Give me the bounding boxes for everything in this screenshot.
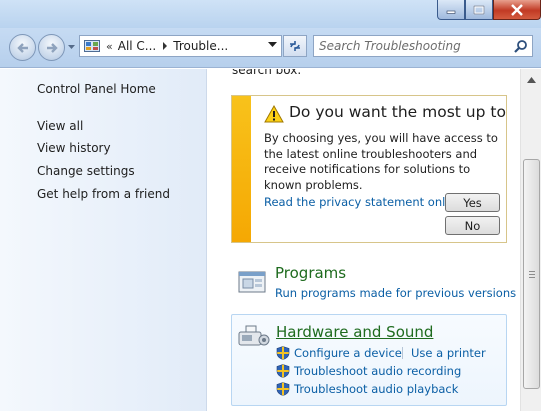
breadcrumb-separator-icon[interactable] [162, 42, 168, 50]
grip-line [529, 274, 535, 275]
close-button[interactable] [493, 0, 541, 20]
breadcrumb-overflow[interactable]: « [106, 40, 113, 53]
main-content: search box. Do you want the most up to d… [208, 69, 520, 411]
recent-pages-dropdown[interactable] [67, 43, 76, 52]
vertical-scrollbar[interactable] [520, 69, 541, 411]
hardware-and-sound-title[interactable]: Hardware and Sound [276, 323, 433, 341]
forward-button[interactable] [38, 34, 65, 61]
left-navigation-pane: Control Panel Home View all View history… [0, 69, 207, 411]
window-controls [437, 0, 541, 20]
configure-device-link[interactable]: Configure a device [294, 346, 402, 360]
title-bar [0, 0, 541, 28]
scrollbar-thumb[interactable] [523, 159, 540, 389]
close-icon [511, 3, 523, 16]
link-divider [402, 347, 403, 359]
search-placeholder[interactable]: Search Troubleshooting [319, 39, 461, 53]
address-bar[interactable]: « All C... Trouble... [79, 35, 282, 57]
navigation-bar: « All C... Trouble... Search Troubleshoo… [0, 28, 541, 68]
notice-accent-bar [232, 96, 251, 242]
change-settings-link[interactable]: Change settings [37, 164, 135, 178]
hardware-sound-icon [238, 325, 270, 346]
run-older-programs-link[interactable]: Run programs made for previous versions … [275, 286, 520, 300]
partial-text: search box. [232, 69, 302, 77]
uac-shield-icon [276, 364, 290, 378]
forward-arrow-icon [46, 42, 58, 53]
get-help-from-friend-link[interactable]: Get help from a friend [37, 187, 170, 201]
chevron-down-icon [68, 45, 75, 49]
notice-body: By choosing yes, you will have access to… [264, 131, 498, 192]
troubleshoot-audio-recording-link[interactable]: Troubleshoot audio recording [294, 364, 461, 378]
view-history-link[interactable]: View history [37, 141, 111, 155]
minimize-button[interactable] [437, 0, 465, 20]
uac-shield-icon [276, 346, 290, 360]
maximize-icon [473, 5, 485, 14]
troubleshoot-audio-playback-link[interactable]: Troubleshoot audio playback [294, 382, 458, 396]
grip-line [529, 271, 535, 272]
chevron-down-icon[interactable] [268, 42, 277, 48]
search-icon[interactable] [514, 39, 528, 53]
yes-button[interactable]: Yes [445, 193, 500, 212]
warning-icon [264, 105, 284, 123]
view-all-link[interactable]: View all [37, 119, 83, 133]
maximize-button[interactable] [465, 0, 493, 20]
control-panel-icon [84, 39, 100, 52]
category-programs: Programs Run programs made for previous … [231, 259, 520, 307]
programs-icon [238, 271, 266, 293]
no-button[interactable]: No [445, 216, 500, 235]
privacy-statement-link[interactable]: Read the privacy statement online [264, 195, 463, 209]
scroll-up-button[interactable] [523, 71, 540, 88]
search-box[interactable]: Search Troubleshooting [313, 35, 533, 57]
minimize-icon [446, 10, 456, 14]
uac-shield-icon [276, 382, 290, 396]
online-troubleshooting-notice: Do you want the most up to d... By choos… [231, 95, 507, 243]
control-panel-home-link[interactable]: Control Panel Home [37, 82, 156, 96]
chevron-up-icon [527, 76, 536, 83]
category-hardware-and-sound: Hardware and Sound Configure a device Us… [231, 314, 507, 406]
back-button[interactable] [9, 34, 36, 61]
refresh-icon [290, 41, 300, 51]
use-printer-link[interactable]: Use a printer [411, 346, 486, 360]
grip-line [529, 277, 535, 278]
notice-title: Do you want the most up to d... [289, 103, 506, 121]
programs-title[interactable]: Programs [275, 264, 346, 282]
breadcrumb-troubleshooting[interactable]: Trouble... [173, 39, 228, 53]
back-arrow-icon [16, 42, 28, 53]
refresh-button[interactable] [283, 35, 307, 57]
breadcrumb-all-control-panel[interactable]: All C... [118, 39, 157, 53]
